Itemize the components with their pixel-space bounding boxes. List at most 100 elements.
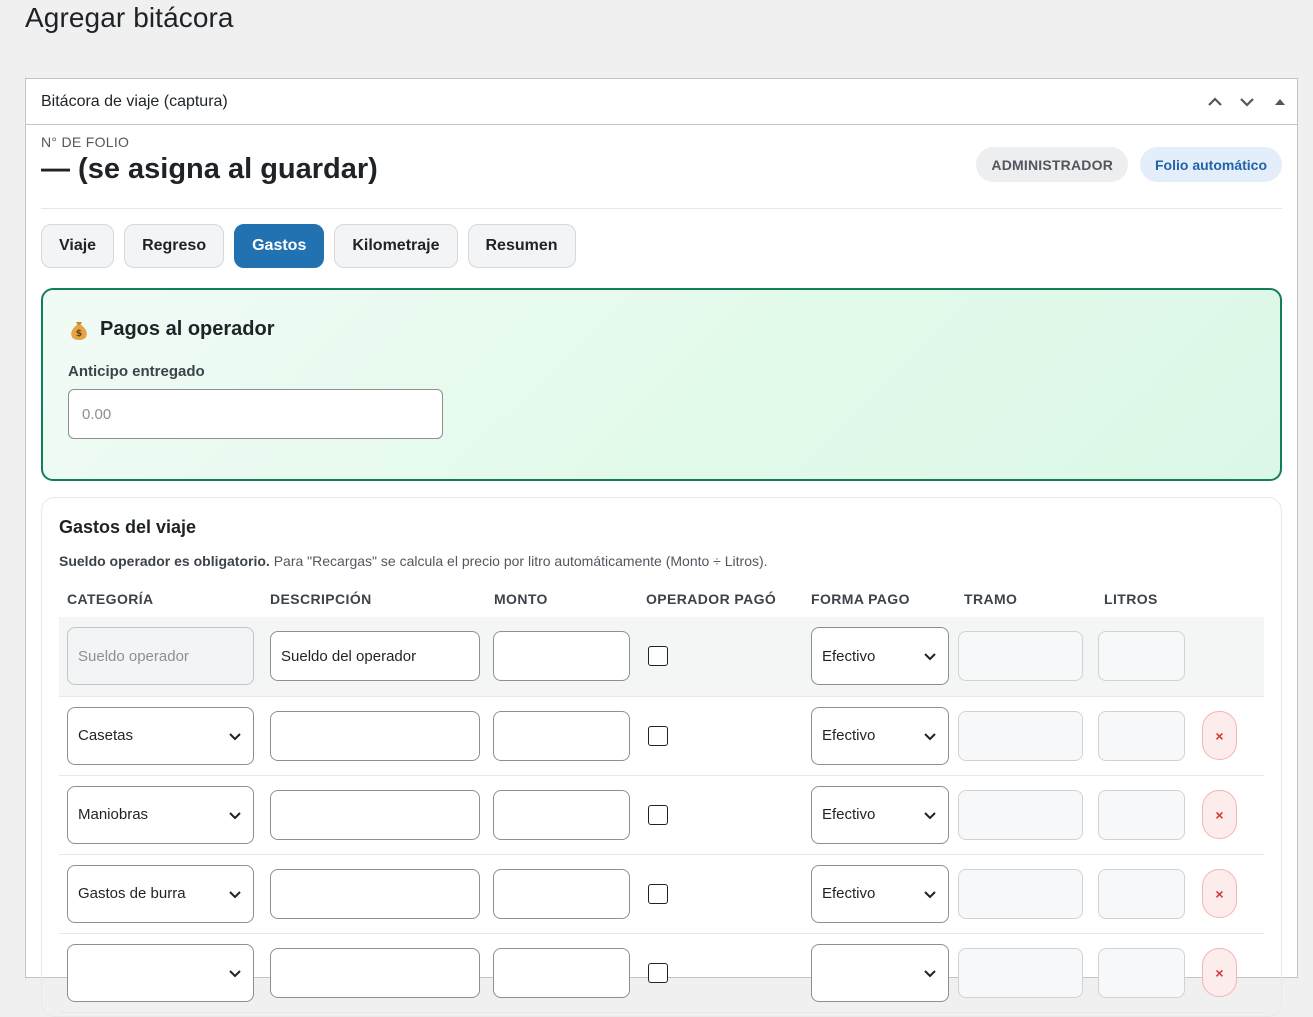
cell-tramo (956, 854, 1096, 934)
cell-operador-pago (638, 933, 803, 1013)
cell-categoria: Gastos de burra (59, 854, 262, 934)
tab-resumen[interactable]: Resumen (467, 224, 576, 268)
tramo-input[interactable] (958, 868, 1083, 919)
tab-viaje[interactable]: Viaje (41, 224, 115, 268)
descripcion-input[interactable] (270, 947, 480, 998)
operador-pago-checkbox[interactable] (648, 804, 668, 825)
gastos-note-bold: Sueldo operador es obligatorio. (59, 553, 270, 569)
cell-tramo (956, 933, 1096, 1013)
descripcion-input[interactable]: Sueldo del operador (270, 631, 480, 682)
svg-text:$: $ (76, 329, 82, 339)
monto-input[interactable] (493, 947, 630, 998)
gastos-table: CATEGORÍA DESCRIPCIÓN MONTO OPERADOR PAG… (59, 591, 1264, 1013)
categoria-select[interactable]: Casetas (67, 706, 254, 765)
folio-block: N° DE FOLIO — (se asigna al guardar) (41, 134, 378, 186)
cell-operador-pago (638, 854, 803, 934)
tabs: Viaje Regreso Gastos Kilometraje Resumen (41, 224, 1282, 268)
forma-pago-value: Efectivo (822, 806, 876, 823)
cell-litros (1096, 854, 1196, 934)
cell-litros (1096, 617, 1196, 697)
forma-pago-value: Efectivo (822, 885, 876, 902)
cell-monto (486, 933, 638, 1013)
cell-litros (1096, 696, 1196, 776)
descripcion-input[interactable] (270, 868, 480, 919)
chevron-down-icon (1240, 97, 1254, 107)
pagos-title-row: $ Pagos al operador (68, 318, 1255, 341)
page-title: Agregar bitácora (25, 2, 234, 33)
forma-pago-select[interactable]: Efectivo (811, 864, 949, 923)
descripcion-value: Sueldo del operador (281, 647, 417, 665)
descripcion-input[interactable] (270, 789, 480, 840)
badges: ADMINISTRADOR Folio automático (976, 147, 1282, 182)
forma-pago-value: Efectivo (822, 647, 876, 665)
postbox-title: Bitácora de viaje (captura) (41, 92, 228, 110)
tab-gastos[interactable]: Gastos (234, 224, 325, 268)
categoria-select[interactable]: Maniobras (67, 785, 254, 844)
cell-tramo (956, 775, 1096, 855)
move-up-button[interactable] (1199, 79, 1231, 125)
categoria-field: Sueldo operador (67, 627, 254, 686)
cell-categoria: Sueldo operador (59, 617, 262, 697)
forma-pago-select[interactable] (811, 943, 949, 1002)
remove-row-button[interactable]: × (1202, 711, 1237, 760)
remove-row-button[interactable]: × (1202, 948, 1237, 997)
litros-input[interactable] (1098, 947, 1185, 998)
gastos-header-row: CATEGORÍA DESCRIPCIÓN MONTO OPERADOR PAG… (59, 591, 1264, 617)
cell-forma-pago: Efectivo (803, 775, 956, 855)
monto-input[interactable] (493, 631, 630, 682)
monto-input[interactable] (493, 710, 630, 761)
remove-row-button[interactable]: × (1202, 790, 1237, 839)
forma-pago-select[interactable]: Efectivo (811, 627, 949, 686)
tab-kilometraje[interactable]: Kilometraje (334, 224, 458, 268)
descripcion-input[interactable] (270, 710, 480, 761)
gastos-card: Gastos del viaje Sueldo operador es obli… (41, 497, 1282, 1017)
cell-descripcion (262, 696, 486, 776)
tab-regreso[interactable]: Regreso (124, 224, 225, 268)
col-header: FORMA PAGO (811, 591, 910, 607)
toggle-panel-button[interactable] (1263, 79, 1297, 125)
operador-pago-checkbox[interactable] (648, 725, 668, 746)
forma-pago-select[interactable]: Efectivo (811, 706, 949, 765)
monto-input[interactable] (493, 868, 630, 919)
chevron-down-icon (229, 969, 241, 977)
litros-input[interactable] (1098, 631, 1185, 682)
table-row: Sueldo operador Sueldo del operador Efecti… (59, 617, 1264, 697)
folio-row: N° DE FOLIO — (se asigna al guardar) ADM… (41, 125, 1282, 209)
categoria-select[interactable]: Gastos de burra (67, 864, 254, 923)
cell-forma-pago: Efectivo (803, 854, 956, 934)
remove-row-button[interactable]: × (1202, 869, 1237, 918)
table-row: × (59, 933, 1264, 1013)
close-icon: × (1215, 806, 1224, 823)
folio-mode-badge: Folio automático (1140, 147, 1282, 182)
litros-input[interactable] (1098, 868, 1185, 919)
categoria-select[interactable] (67, 943, 254, 1002)
litros-input[interactable] (1098, 789, 1185, 840)
forma-pago-select[interactable]: Efectivo (811, 785, 949, 844)
close-icon: × (1215, 885, 1224, 902)
tramo-input[interactable] (958, 789, 1083, 840)
triangle-up-icon (1275, 98, 1285, 105)
cell-monto (486, 854, 638, 934)
operador-pago-checkbox[interactable] (648, 962, 668, 983)
cell-litros (1096, 775, 1196, 855)
monto-input[interactable] (493, 789, 630, 840)
cell-actions (1196, 617, 1264, 697)
tramo-input[interactable] (958, 710, 1083, 761)
gastos-note: Sueldo operador es obligatorio. Para "Re… (59, 553, 1264, 569)
chevron-down-icon (924, 653, 936, 661)
operador-pago-checkbox[interactable] (648, 883, 668, 904)
cell-forma-pago (803, 933, 956, 1013)
role-badge: ADMINISTRADOR (976, 147, 1128, 182)
col-header: LITROS (1104, 591, 1158, 607)
cell-descripcion: Sueldo del operador (262, 617, 486, 697)
cell-forma-pago: Efectivo (803, 696, 956, 776)
tramo-input[interactable] (958, 947, 1083, 998)
anticipo-input[interactable] (68, 389, 443, 439)
litros-input[interactable] (1098, 710, 1185, 761)
cell-categoria (59, 933, 262, 1013)
tramo-input[interactable] (958, 631, 1083, 682)
operador-pago-checkbox[interactable] (648, 646, 668, 667)
gastos-note-rest: Para "Recargas" se calcula el precio por… (269, 553, 768, 569)
move-down-button[interactable] (1231, 79, 1263, 125)
cell-tramo (956, 617, 1096, 697)
